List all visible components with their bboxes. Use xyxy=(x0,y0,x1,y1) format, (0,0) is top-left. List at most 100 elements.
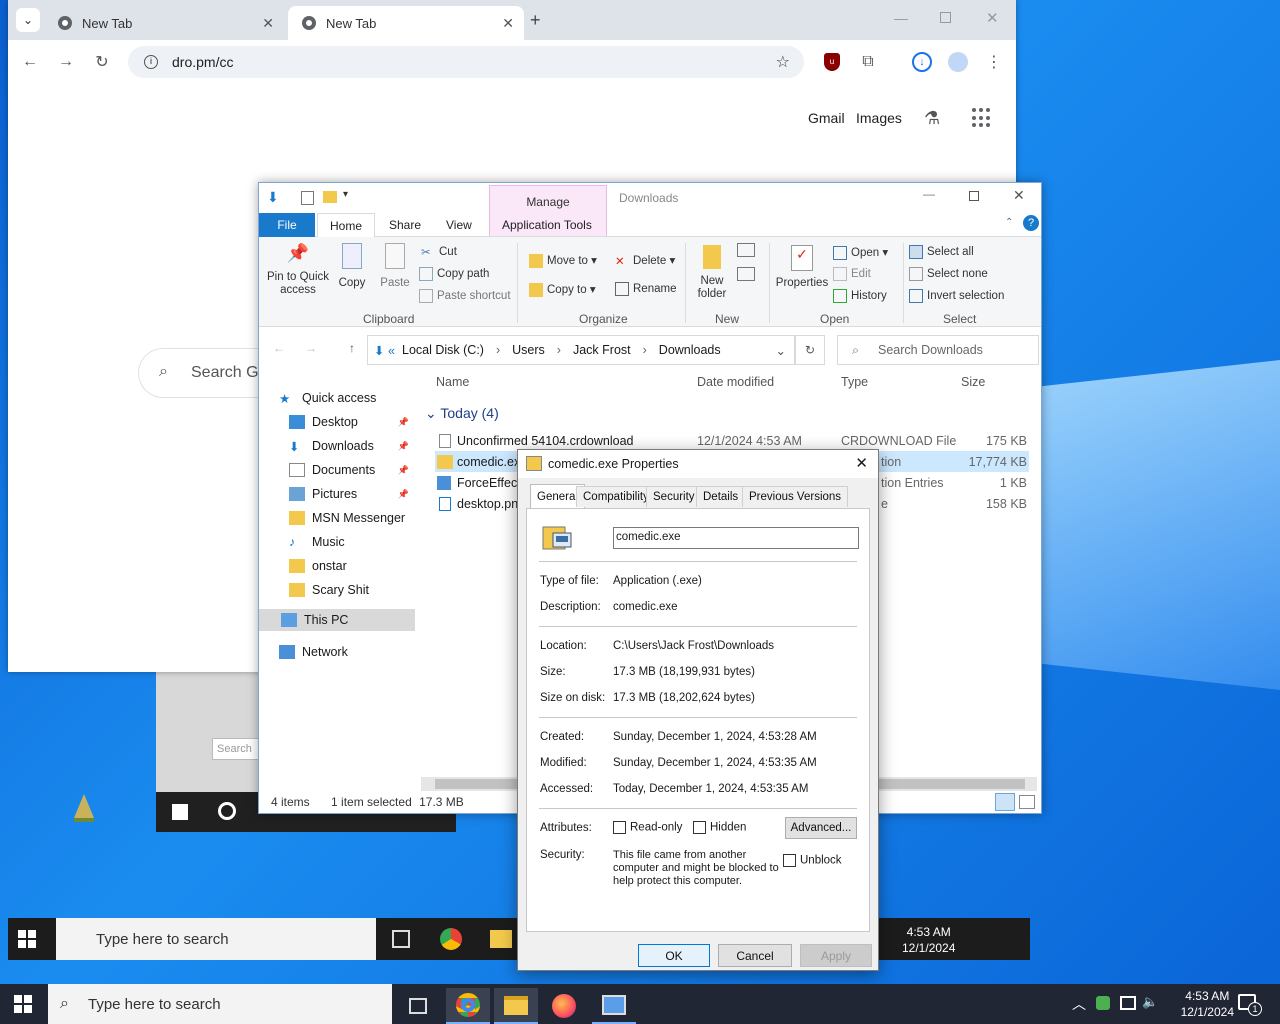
easy-access-icon[interactable] xyxy=(737,267,755,281)
nav-quick-access[interactable]: ★ Quick access xyxy=(279,387,419,409)
breadcrumb-users[interactable]: Users xyxy=(512,343,545,357)
inner-search-box[interactable]: Type here to search xyxy=(56,918,376,960)
inner-start-icon[interactable] xyxy=(18,930,36,948)
maximize-icon[interactable] xyxy=(940,12,951,23)
download-icon[interactable]: ↓ xyxy=(912,52,932,72)
tray-app-icon[interactable] xyxy=(1096,996,1110,1010)
tab-security[interactable]: Security xyxy=(646,486,702,507)
tab-2[interactable]: New Tab ✕ xyxy=(288,6,524,40)
omnibox[interactable]: i dro.pm/cc ☆ xyxy=(128,46,804,78)
move-to-button[interactable]: Move to ▾ xyxy=(529,253,597,268)
search-downloads-input[interactable]: ⌕ Search Downloads xyxy=(837,335,1039,365)
minimize-icon[interactable]: — xyxy=(894,10,908,26)
inner-task-view-icon[interactable] xyxy=(392,930,410,948)
ublock-icon[interactable]: u xyxy=(824,53,840,71)
tab-1[interactable]: New Tab ✕ xyxy=(44,6,284,40)
menu-icon[interactable]: ⋮ xyxy=(984,52,1004,72)
ribbon-tab-file[interactable]: File xyxy=(259,213,315,237)
close-tab-icon[interactable]: ✕ xyxy=(502,15,514,32)
nav-network[interactable]: Network xyxy=(279,641,419,663)
copy-to-button[interactable]: Copy to ▾ xyxy=(529,282,596,297)
nav-documents[interactable]: Documents 📌 xyxy=(289,459,413,481)
chrome-taskbar-icon[interactable] xyxy=(446,988,490,1024)
new-folder-button[interactable]: New folder xyxy=(695,245,729,301)
close-dialog-icon[interactable]: ✕ xyxy=(855,454,868,472)
file-row[interactable]: Unconfirmed 54104.crdownload 12/1/2024 4… xyxy=(435,430,1029,451)
readonly-checkbox[interactable]: Read-only xyxy=(613,821,682,834)
close-window-icon[interactable]: ✕ xyxy=(986,9,999,27)
nav-desktop[interactable]: Desktop 📌 xyxy=(289,411,413,433)
maximize-icon[interactable] xyxy=(969,191,979,201)
profile-avatar[interactable] xyxy=(948,52,968,72)
show-hidden-icons[interactable]: ︿ xyxy=(1072,994,1086,1014)
back-icon[interactable]: ← xyxy=(20,52,40,72)
breadcrumb-local-disk[interactable]: Local Disk (C:) xyxy=(402,343,484,357)
paste-button[interactable]: Paste xyxy=(379,243,411,289)
large-icons-view-icon[interactable] xyxy=(1019,795,1035,809)
nav-msn-messenger[interactable]: MSN Messenger xyxy=(289,507,429,529)
edit-button[interactable]: Edit xyxy=(833,267,871,281)
explorer-taskbar-icon[interactable] xyxy=(494,988,538,1024)
firefox-taskbar-icon[interactable] xyxy=(542,988,586,1024)
nav-downloads[interactable]: ⬇ Downloads 📌 xyxy=(289,435,413,457)
notification-icon[interactable]: 1 xyxy=(1238,994,1262,1016)
paste-shortcut-button[interactable]: Paste shortcut xyxy=(419,289,511,303)
network-icon[interactable] xyxy=(1120,996,1136,1010)
details-view-icon[interactable] xyxy=(995,793,1015,811)
nav-music[interactable]: ♪ Music xyxy=(289,531,429,553)
refresh-icon[interactable]: ↻ xyxy=(795,335,825,365)
column-date-modified[interactable]: Date modified xyxy=(697,375,774,389)
bookmark-star-icon[interactable]: ☆ xyxy=(776,52,790,72)
inner-explorer-icon[interactable] xyxy=(490,930,512,948)
site-info-icon[interactable]: i xyxy=(144,55,158,69)
invert-selection-button[interactable]: Invert selection xyxy=(909,289,1004,303)
group-header-today[interactable]: ⌄ Today (4) xyxy=(425,405,499,422)
collapse-ribbon-icon[interactable]: ⌃ xyxy=(1005,217,1013,228)
close-window-icon[interactable]: ✕ xyxy=(1013,187,1025,204)
properties-button[interactable]: ✓ Properties xyxy=(775,245,829,289)
qat-dropdown-icon[interactable]: ▾ xyxy=(343,189,348,200)
filename-input[interactable]: comedic.exe xyxy=(613,527,859,549)
copy-button[interactable]: Copy xyxy=(337,243,367,289)
tab-compatibility[interactable]: Compatibility xyxy=(576,486,656,507)
tab-details[interactable]: Details xyxy=(696,486,746,507)
address-bar[interactable]: ⬇ « Local Disk (C:) › Users › Jack Frost › … xyxy=(367,335,795,365)
delete-button[interactable]: ✕ Delete ▾ xyxy=(615,253,675,268)
task-view-icon[interactable] xyxy=(396,988,440,1024)
apply-button[interactable]: Apply xyxy=(800,944,872,967)
breadcrumb-downloads[interactable]: Downloads xyxy=(659,343,721,357)
rename-button[interactable]: Rename xyxy=(615,282,676,296)
nav-scary-shit[interactable]: Scary Shit xyxy=(289,579,429,601)
forward-icon[interactable]: → xyxy=(56,52,76,72)
remote-desktop-taskbar-icon[interactable] xyxy=(592,988,636,1024)
cancel-button[interactable]: Cancel xyxy=(718,944,792,967)
new-folder-qat-icon[interactable] xyxy=(323,191,337,203)
nav-this-pc[interactable]: This PC xyxy=(259,609,415,631)
open-button[interactable]: Open ▾ xyxy=(833,245,888,260)
back-icon[interactable]: ← xyxy=(273,341,285,355)
hidden-checkbox[interactable]: Hidden xyxy=(693,821,746,834)
unblock-checkbox[interactable]: Unblock xyxy=(783,854,842,867)
cut-button[interactable]: ✂ Cut xyxy=(421,245,457,259)
desktop-app-icon[interactable] xyxy=(72,794,96,822)
volume-icon[interactable]: 🔈 xyxy=(1142,994,1158,1010)
nav-onstar[interactable]: onstar xyxy=(289,555,429,577)
copy-path-button[interactable]: Copy path xyxy=(419,267,489,281)
quick-access-down-icon[interactable]: ⬇ xyxy=(267,189,279,206)
labs-flask-icon[interactable]: ⚗ xyxy=(924,108,940,129)
extensions-icon[interactable]: ⧉ xyxy=(858,52,878,72)
breadcrumb-jack-frost[interactable]: Jack Frost xyxy=(573,343,631,357)
ribbon-tab-home[interactable]: Home xyxy=(317,213,376,238)
inner-chrome-icon[interactable] xyxy=(440,928,462,950)
column-size[interactable]: Size xyxy=(961,375,985,389)
address-dropdown-icon[interactable]: ⌄ xyxy=(776,343,786,358)
history-button[interactable]: History xyxy=(833,289,887,303)
select-none-button[interactable]: Select none xyxy=(909,267,988,281)
ribbon-tab-application-tools[interactable]: Application Tools xyxy=(490,213,604,237)
forward-icon[interactable]: → xyxy=(305,341,317,355)
advanced-button[interactable]: Advanced... xyxy=(785,817,857,839)
reload-icon[interactable]: ↻ xyxy=(92,52,112,72)
tab-previous-versions[interactable]: Previous Versions xyxy=(742,486,849,507)
help-icon[interactable]: ? xyxy=(1023,215,1039,231)
new-item-icon[interactable] xyxy=(737,243,755,257)
